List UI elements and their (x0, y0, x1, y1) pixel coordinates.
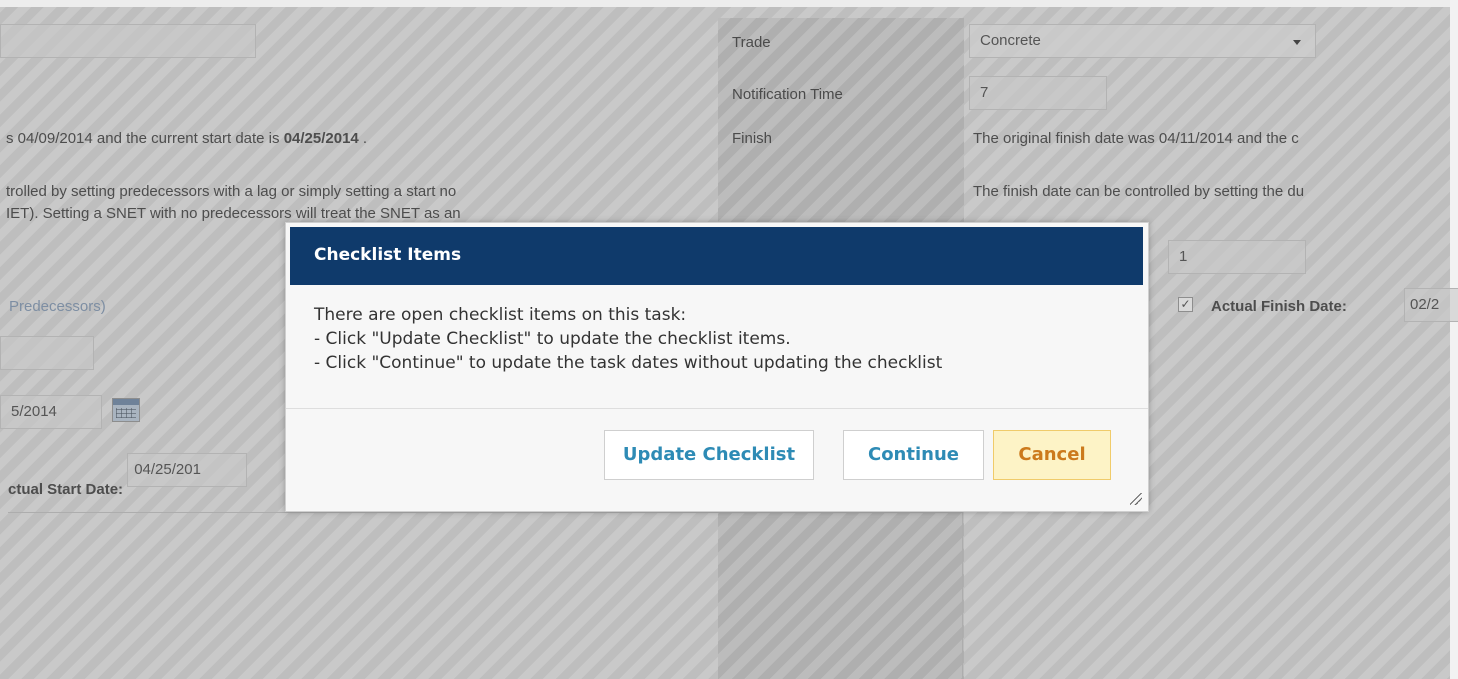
finish-label: Finish (732, 130, 773, 147)
finish-date-summary: The original finish date was 04/11/2014 … (973, 130, 1299, 147)
message-line: There are open checklist items on this t… (314, 305, 687, 325)
message-line: - Click "Continue" to update the task da… (314, 353, 943, 373)
dialog-message: There are open checklist items on this t… (314, 303, 942, 375)
resize-grip-icon[interactable] (1130, 493, 1142, 505)
calendar-icon[interactable] (112, 398, 140, 422)
actual-start-input[interactable]: 04/25/201 (127, 453, 248, 487)
cancel-button[interactable]: Cancel (993, 430, 1111, 480)
actual-start-label: ctual Start Date: (8, 481, 124, 498)
actual-start-row: ctual Start Date: 04/25/201 (8, 453, 248, 498)
notes-panel (8, 512, 963, 679)
message-line: - Click "Update Checklist" to update the… (314, 329, 791, 349)
duration-input[interactable]: 1 (1168, 240, 1306, 274)
trade-label: Trade (732, 34, 771, 51)
predecessors-link[interactable]: Predecessors) (9, 298, 106, 315)
notification-time-label: Notification Time (732, 86, 843, 103)
finish-help-text: The finish date can be controlled by set… (973, 183, 1305, 200)
update-checklist-button[interactable]: Update Checklist (604, 430, 814, 480)
task-editor-page: s 04/09/2014 and the current start date … (0, 0, 1458, 679)
actual-finish-checkbox[interactable]: ✓ (1178, 297, 1193, 312)
start-help-line-1: trolled by setting predecessors with a l… (6, 183, 457, 200)
actual-finish-input[interactable]: 02/2 (1404, 288, 1458, 322)
right-edge (1450, 0, 1458, 679)
start-help-line-2: IET). Setting a SNET with no predecessor… (6, 205, 461, 222)
actual-finish-label: Actual Finish Date: (1211, 298, 1347, 315)
trade-select[interactable]: Concrete (969, 24, 1316, 58)
chevron-down-icon (1293, 40, 1301, 45)
dialog-title: Checklist Items (314, 245, 462, 265)
start-date-input[interactable]: 5/2014 (0, 395, 102, 429)
checklist-dialog: Checklist Items There are open checklist… (285, 222, 1149, 512)
dialog-header[interactable]: Checklist Items (290, 227, 1143, 285)
dialog-divider (286, 408, 1148, 409)
lag-input[interactable] (0, 336, 94, 370)
start-date-summary: s 04/09/2014 and the current start date … (6, 130, 368, 147)
task-name-input[interactable] (0, 24, 256, 58)
continue-button[interactable]: Continue (843, 430, 984, 480)
notification-time-input[interactable]: 7 (969, 76, 1107, 110)
top-edge (0, 0, 1458, 7)
trade-value: Concrete (980, 32, 1041, 49)
